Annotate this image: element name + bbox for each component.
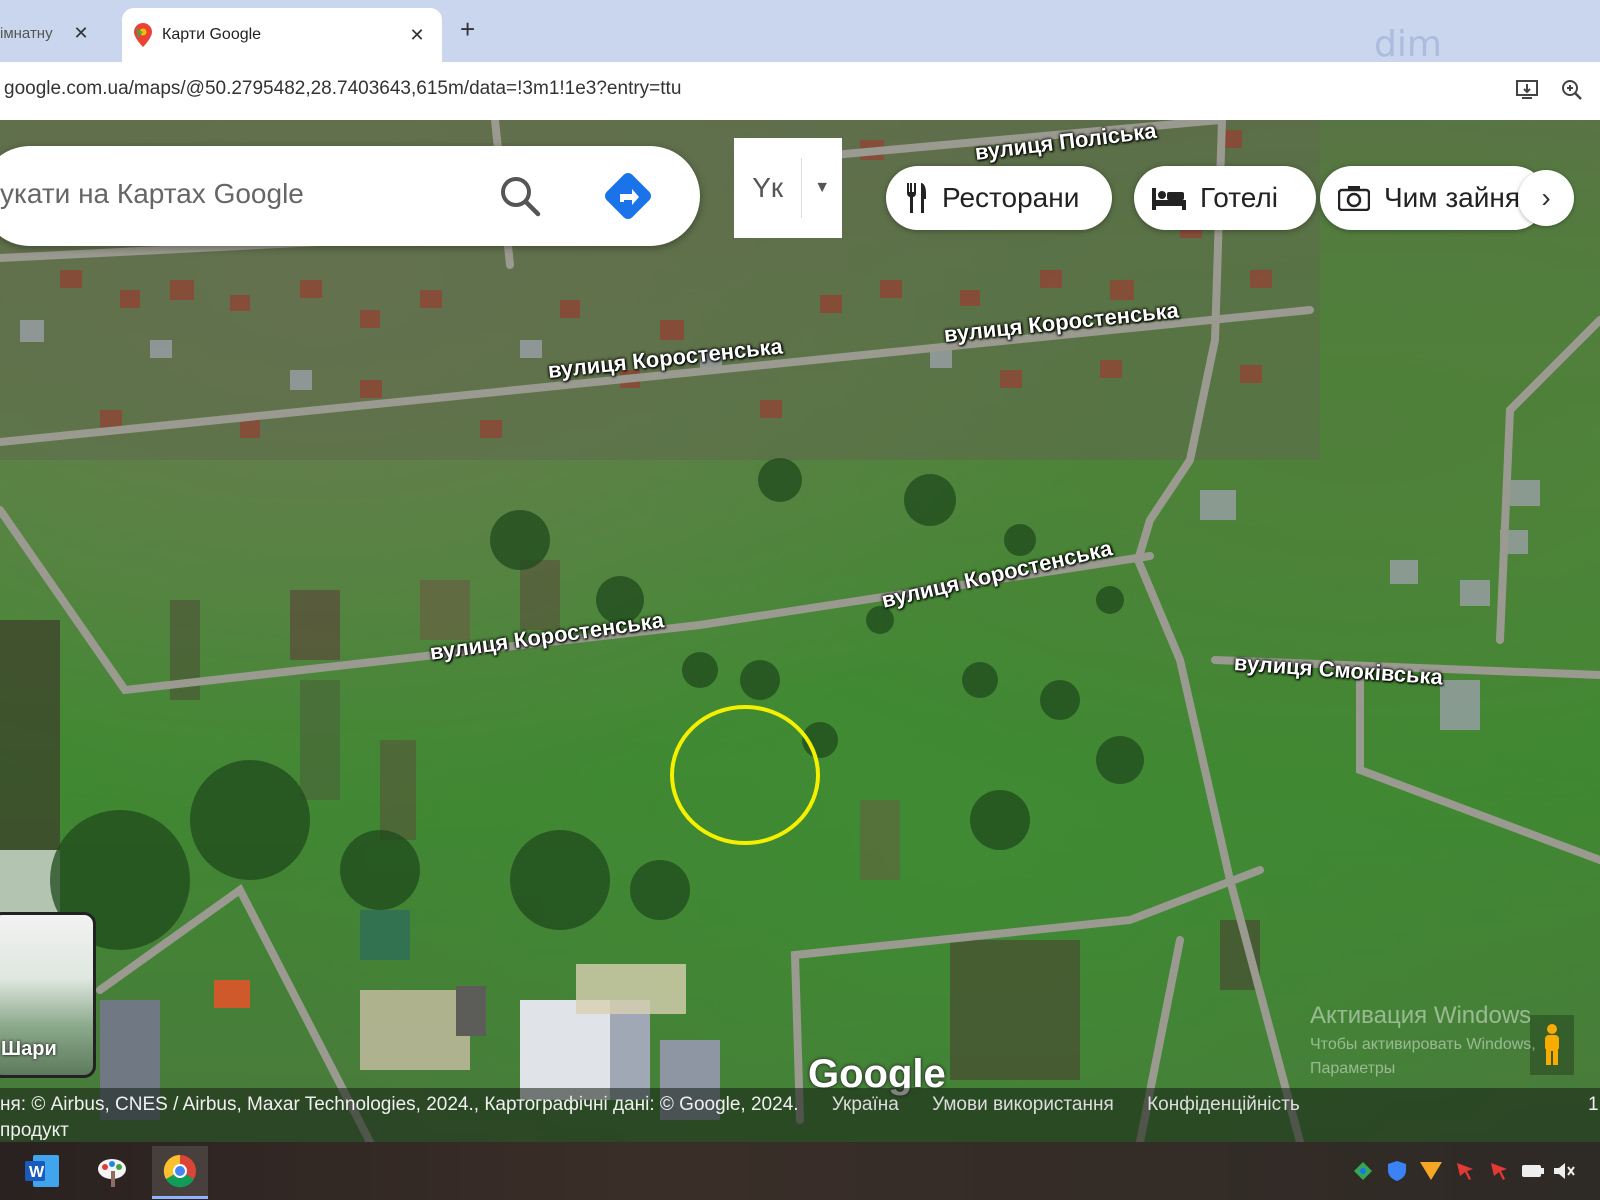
flag-icon[interactable] bbox=[1454, 1160, 1476, 1182]
flag-icon[interactable] bbox=[1488, 1160, 1510, 1182]
word-icon[interactable]: W bbox=[14, 1146, 70, 1196]
tab-title: імнатну bbox=[0, 24, 53, 42]
close-icon[interactable]: ✕ bbox=[70, 23, 92, 44]
fork-knife-icon bbox=[904, 183, 928, 213]
attribution-bar: ня: © Airbus, CNES / Airbus, Maxar Techn… bbox=[0, 1088, 1600, 1142]
chip-things-to-do[interactable]: Чим зайнятися bbox=[1320, 166, 1546, 230]
chip-hotels[interactable]: Готелі bbox=[1134, 166, 1316, 230]
layers-toggle[interactable]: Шари bbox=[0, 912, 96, 1078]
chevron-down-icon[interactable]: ▼ bbox=[801, 158, 842, 218]
chip-label: Готелі bbox=[1200, 182, 1278, 213]
battery-icon[interactable] bbox=[1522, 1160, 1544, 1182]
pegman-icon[interactable] bbox=[1530, 1015, 1574, 1075]
imagery-credit: ня: © Airbus, CNES / Airbus, Maxar Techn… bbox=[0, 1094, 799, 1115]
link-ukraine[interactable]: Україна bbox=[832, 1094, 899, 1115]
network-icon[interactable] bbox=[1352, 1160, 1374, 1182]
satellite-map[interactable]: вулиця Поліська вулиця Коростенська вули… bbox=[0, 120, 1600, 1142]
tab-title: Карти Google bbox=[162, 26, 262, 43]
chevron-right-icon[interactable]: › bbox=[1518, 170, 1574, 226]
map-canvas bbox=[0, 120, 1600, 1142]
zoom-icon[interactable] bbox=[1558, 76, 1586, 104]
link-privacy[interactable]: Конфіденційність bbox=[1147, 1094, 1300, 1115]
activation-title: Активация Windows bbox=[1310, 1002, 1532, 1029]
attribution-row: ня: © Airbus, CNES / Airbus, Maxar Techn… bbox=[0, 1094, 1300, 1116]
install-app-icon[interactable] bbox=[1514, 76, 1542, 104]
url-field[interactable]: google.com.ua/maps/@50.2795482,28.740364… bbox=[4, 78, 681, 100]
link-terms[interactable]: Умови використання bbox=[932, 1094, 1114, 1115]
shield-icon[interactable] bbox=[1386, 1160, 1408, 1182]
directions-icon[interactable] bbox=[600, 168, 656, 224]
wifi-icon[interactable] bbox=[1420, 1160, 1442, 1182]
tab-inactive[interactable]: імнатну ✕ bbox=[0, 12, 112, 54]
camera-icon bbox=[1338, 185, 1370, 211]
volume-mute-icon[interactable] bbox=[1554, 1160, 1576, 1182]
chrome-icon[interactable] bbox=[152, 1146, 208, 1199]
search-input[interactable]: укати на Картах Google bbox=[0, 178, 304, 210]
tree-clusters bbox=[50, 458, 1144, 950]
paint-icon[interactable] bbox=[84, 1146, 140, 1196]
layers-label: Шари bbox=[1, 1038, 57, 1060]
address-bar: google.com.ua/maps/@50.2795482,28.740364… bbox=[0, 62, 1600, 120]
chip-label: Ресторани bbox=[942, 182, 1080, 213]
maps-pin-icon bbox=[134, 23, 152, 47]
chip-restaurants[interactable]: Ресторани bbox=[886, 166, 1112, 230]
tab-strip: імнатну ✕ Карти Google ✕ + dim bbox=[0, 0, 1600, 65]
activation-settings: Параметры bbox=[1310, 1060, 1396, 1077]
activation-subtitle: Чтобы активировать Windows, bbox=[1310, 1036, 1536, 1053]
svg-text:W: W bbox=[29, 1164, 45, 1181]
windows-activation-watermark: Активация Windows Чтобы активировать Win… bbox=[1310, 1002, 1536, 1078]
attribution-row-2: продукт bbox=[0, 1120, 69, 1141]
search-icon[interactable] bbox=[496, 172, 544, 220]
tab-google-maps[interactable]: Карти Google ✕ bbox=[122, 8, 442, 62]
close-icon[interactable]: ✕ bbox=[406, 25, 428, 46]
scale-text: 1 bbox=[1588, 1094, 1599, 1115]
ime-language-label: Yк bbox=[752, 172, 784, 203]
search-box[interactable]: укати на Картах Google bbox=[0, 146, 700, 246]
taskbar: W bbox=[0, 1142, 1600, 1200]
new-tab-button[interactable]: + bbox=[460, 14, 475, 45]
ime-language-selector[interactable]: Yк ▼ bbox=[734, 138, 842, 238]
bed-icon bbox=[1152, 186, 1186, 210]
highlight-circle bbox=[670, 705, 820, 845]
